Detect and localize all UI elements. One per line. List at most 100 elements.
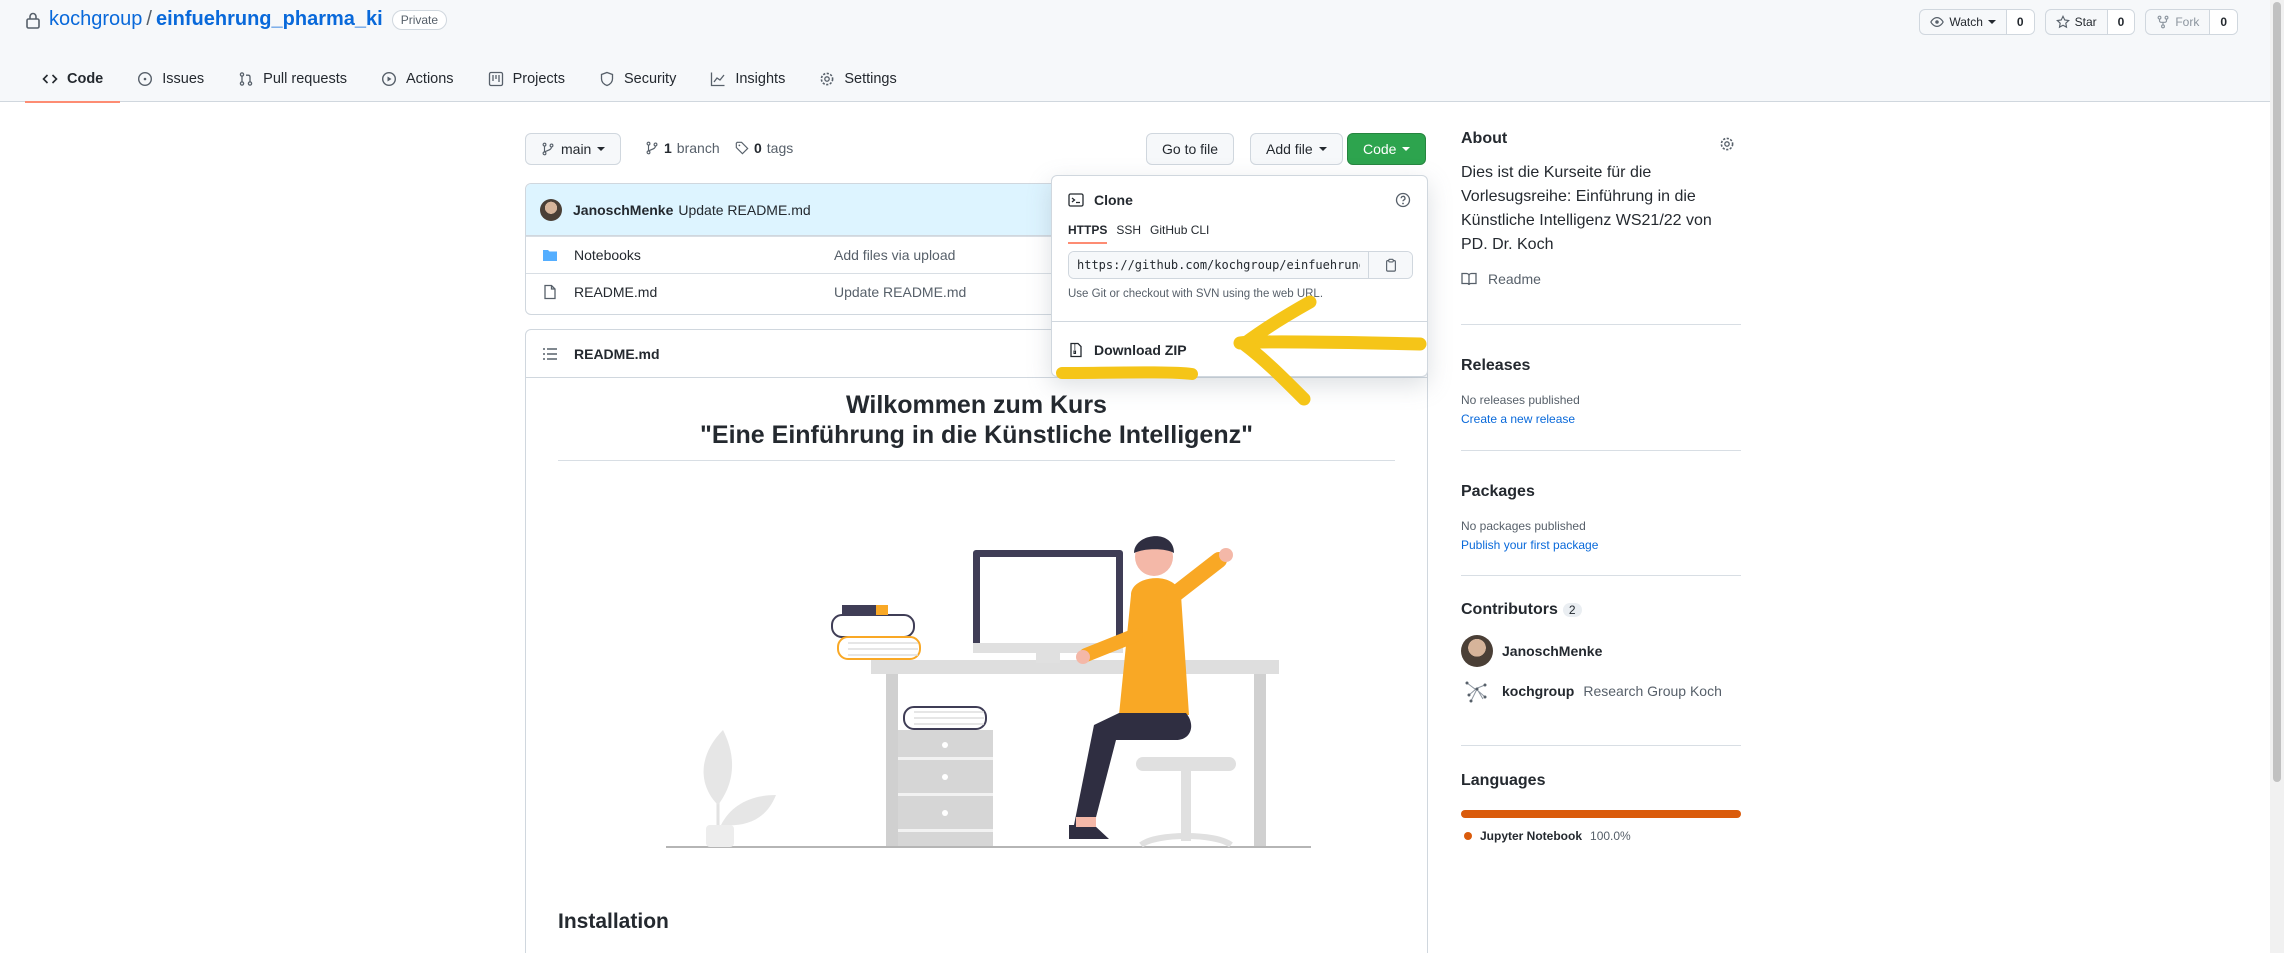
issue-icon	[138, 71, 153, 87]
branch-icon	[542, 142, 554, 156]
readme-filename[interactable]: README.md	[574, 346, 660, 362]
about-title: About	[1461, 130, 1508, 147]
language-percent: 100.0%	[1590, 829, 1631, 843]
star-label: Star	[2074, 15, 2097, 29]
code-button[interactable]: Code	[1347, 133, 1427, 165]
tab-pull-requests[interactable]: Pull requests	[221, 56, 364, 102]
fork-icon	[2157, 15, 2169, 29]
tab-label: Pull requests	[263, 71, 347, 87]
file-name[interactable]: README.md	[574, 284, 834, 300]
star-icon	[2055, 15, 2070, 29]
clone-url-input[interactable]	[1069, 252, 1368, 278]
add-file-label: Add file	[1266, 141, 1313, 157]
create-release-link[interactable]: Create a new release	[1461, 412, 1741, 426]
releases-section: Releases No releases published Create a …	[1461, 325, 1741, 451]
tab-actions[interactable]: Actions	[364, 56, 471, 102]
go-to-file-button[interactable]: Go to file	[1146, 133, 1235, 165]
tab-github-cli[interactable]: GitHub CLI	[1150, 223, 1209, 244]
language-color-dot	[1464, 832, 1472, 840]
file-commit-message[interactable]: Update README.md	[834, 284, 966, 300]
file-name[interactable]: Notebooks	[574, 247, 834, 263]
star-button[interactable]: Star	[2046, 10, 2108, 34]
code-icon	[42, 74, 58, 84]
branch-count-label: branch	[676, 140, 720, 156]
scrollbar-thumb[interactable]	[2273, 2, 2281, 782]
language-item[interactable]: Jupyter Notebook 100.0%	[1461, 829, 1741, 843]
tab-projects[interactable]: Projects	[471, 56, 582, 102]
avatar	[1461, 635, 1493, 667]
repo-name-link[interactable]: einfuehrung_pharma_ki	[156, 8, 383, 31]
languages-section: Languages Jupyter Notebook 100.0%	[1461, 746, 1741, 843]
commit-message[interactable]: Update README.md	[678, 202, 810, 218]
readme-heading-line: Wilkommen zum Kurs	[846, 391, 1107, 419]
readme-section-heading: Installation	[558, 910, 669, 933]
packages-section: Packages No packages published Publish y…	[1461, 451, 1741, 576]
language-bar	[1461, 810, 1741, 818]
contributors-title[interactable]: Contributors 2	[1461, 601, 1741, 619]
file-commit-message[interactable]: Add files via upload	[834, 247, 955, 263]
path-separator: /	[146, 8, 152, 30]
tab-label: Issues	[162, 71, 205, 87]
branch-icon	[646, 141, 658, 155]
tag-count: 0	[754, 140, 762, 156]
tab-issues[interactable]: Issues	[120, 56, 221, 102]
contributors-count: 2	[1562, 603, 1582, 617]
packages-empty: No packages published	[1461, 519, 1586, 533]
contributor-login: JanoschMenke	[1502, 643, 1603, 659]
avatar	[1461, 675, 1493, 707]
gear-icon	[820, 72, 834, 86]
fork-button[interactable]: Fork	[2146, 10, 2211, 34]
desk-illustration	[666, 536, 1311, 848]
readme-link[interactable]: Readme	[1461, 271, 1741, 287]
packages-title[interactable]: Packages	[1461, 483, 1741, 501]
chevron-down-icon	[1318, 147, 1327, 151]
zip-file-icon	[1070, 342, 1082, 357]
clone-dropdown: Clone HTTPS SSH GitHub CLI Use Git or ch…	[1051, 175, 1428, 377]
download-zip-button[interactable]: Download ZIP	[1052, 321, 1427, 377]
tab-settings[interactable]: Settings	[802, 56, 913, 102]
code-button-label: Code	[1363, 141, 1397, 157]
avatar[interactable]	[540, 198, 562, 221]
publish-package-link[interactable]: Publish your first package	[1461, 538, 1741, 552]
copy-button[interactable]	[1368, 252, 1412, 278]
tab-https[interactable]: HTTPS	[1068, 223, 1108, 244]
repo-header: kochgroup / einfuehrung_pharma_ki Privat…	[0, 0, 2284, 103]
sidebar: About Dies ist die Kurseite für die Vorl…	[1461, 130, 1741, 843]
tag-count-label: tags	[766, 140, 794, 156]
tab-security[interactable]: Security	[582, 56, 693, 102]
graph-icon	[711, 72, 725, 87]
contributor-login: kochgroup	[1502, 683, 1575, 699]
readme-heading: Wilkommen zum Kurs "Eine Einführung in d…	[558, 390, 1395, 461]
tab-insights[interactable]: Insights	[693, 56, 802, 102]
chevron-down-icon	[597, 147, 606, 151]
repo-owner-link[interactable]: kochgroup	[49, 8, 142, 31]
releases-title[interactable]: Releases	[1461, 357, 1741, 375]
commit-author[interactable]: JanoschMenke	[573, 202, 673, 218]
add-file-button[interactable]: Add file	[1250, 133, 1343, 165]
gear-icon[interactable]	[1719, 136, 1735, 152]
readme-panel: README.md Wilkommen zum Kurs "Eine Einfü…	[525, 329, 1428, 953]
help-icon[interactable]	[1395, 192, 1411, 208]
tags-link[interactable]: 0 tags	[735, 140, 793, 156]
project-icon	[488, 71, 503, 87]
contributor-item[interactable]: JanoschMenke	[1461, 635, 1741, 667]
tab-label: Code	[67, 71, 104, 87]
shield-icon	[600, 71, 614, 87]
contributor-item[interactable]: kochgroup Research Group Koch	[1461, 675, 1741, 707]
tab-ssh[interactable]: SSH	[1116, 223, 1141, 244]
repo-actions: Watch 0 Star 0 Fork 0	[1919, 9, 2238, 35]
play-icon	[381, 71, 397, 87]
branch-selector[interactable]: main	[525, 133, 622, 165]
page-scrollbar[interactable]	[2270, 0, 2284, 953]
clone-title-label: Clone	[1094, 192, 1133, 208]
fork-count[interactable]: 0	[2210, 10, 2237, 34]
star-count[interactable]: 0	[2107, 10, 2135, 34]
languages-title: Languages	[1461, 772, 1546, 789]
list-icon[interactable]	[542, 346, 558, 362]
watch-button[interactable]: Watch	[1920, 10, 2007, 34]
watch-count[interactable]: 0	[2006, 10, 2034, 34]
tab-code[interactable]: Code	[25, 56, 121, 103]
tab-label: Security	[623, 71, 677, 87]
branches-link[interactable]: 1 branch	[645, 140, 720, 156]
download-zip-label: Download ZIP	[1094, 341, 1187, 358]
